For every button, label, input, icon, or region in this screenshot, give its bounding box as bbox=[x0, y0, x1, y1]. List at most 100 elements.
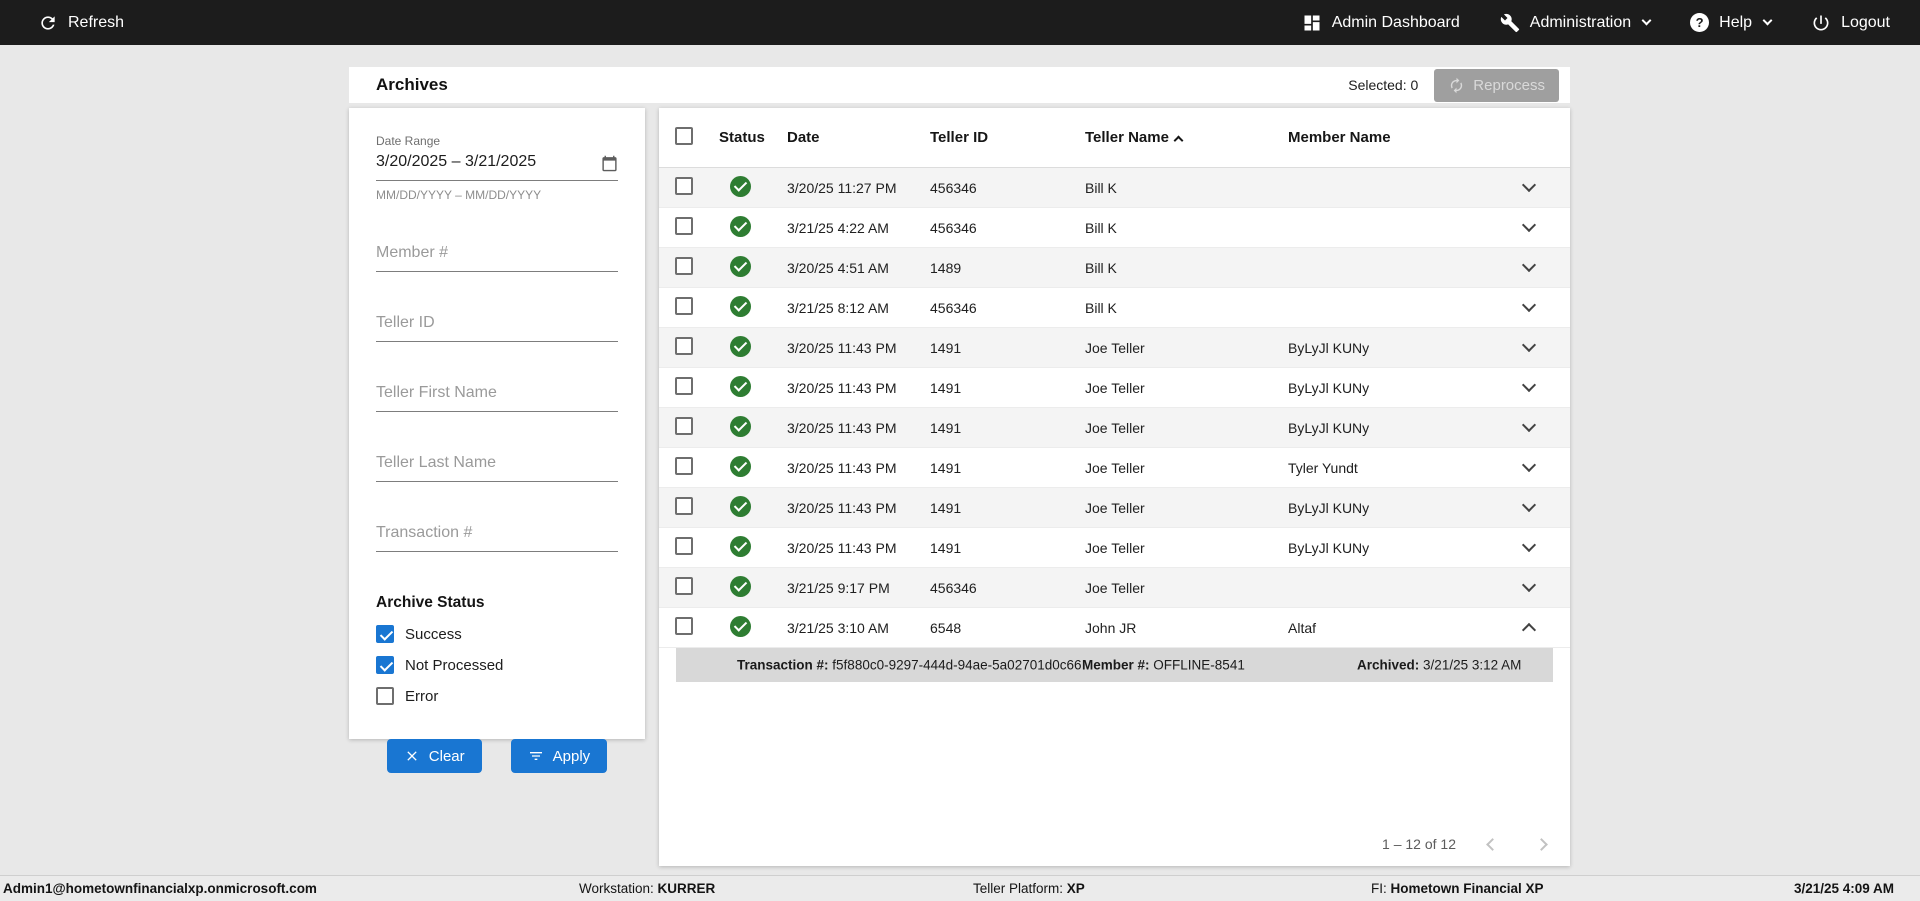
row-teller-name: Joe Teller bbox=[1085, 540, 1288, 556]
row-status-cell bbox=[719, 456, 787, 480]
row-checkbox[interactable] bbox=[675, 617, 693, 635]
date-range-label: Date Range bbox=[376, 134, 618, 148]
row-expand-icon[interactable] bbox=[1521, 258, 1535, 272]
previous-page-button[interactable] bbox=[1486, 838, 1499, 851]
row-checkbox[interactable] bbox=[675, 337, 693, 355]
column-header-teller-name[interactable]: Teller Name bbox=[1085, 129, 1288, 146]
row-checkbox-cell bbox=[675, 337, 719, 358]
logout-button[interactable]: Logout bbox=[1811, 13, 1890, 33]
teller-last-name-input[interactable] bbox=[376, 454, 618, 472]
table-row[interactable]: 3/21/25 8:12 AM 456346 Bill K bbox=[659, 288, 1570, 328]
table-row[interactable]: 3/20/25 11:43 PM 1491 Joe Teller Tyler Y… bbox=[659, 448, 1570, 488]
success-status-icon bbox=[730, 216, 751, 237]
date-range-field-wrap bbox=[376, 148, 618, 181]
transaction-number-input[interactable] bbox=[376, 524, 618, 542]
column-header-member-name[interactable]: Member Name bbox=[1288, 129, 1503, 146]
column-header-date[interactable]: Date bbox=[787, 129, 930, 146]
success-status-icon bbox=[730, 336, 751, 357]
member-number-input[interactable] bbox=[376, 244, 618, 262]
calendar-icon[interactable] bbox=[601, 155, 618, 172]
row-teller-name: Bill K bbox=[1085, 300, 1288, 316]
row-checkbox[interactable] bbox=[675, 217, 693, 235]
row-checkbox[interactable] bbox=[675, 417, 693, 435]
teller-first-name-input[interactable] bbox=[376, 384, 618, 402]
archives-toolbar: Archives Selected: 0 Reprocess bbox=[349, 67, 1570, 103]
checkbox[interactable] bbox=[376, 687, 394, 705]
row-expand-icon[interactable] bbox=[1521, 578, 1535, 592]
row-expand-icon[interactable] bbox=[1521, 623, 1535, 637]
table-row[interactable]: 3/20/25 11:43 PM 1491 Joe Teller ByLyJl … bbox=[659, 328, 1570, 368]
date-range-input[interactable] bbox=[376, 153, 618, 171]
table-row[interactable]: 3/20/25 11:43 PM 1491 Joe Teller ByLyJl … bbox=[659, 368, 1570, 408]
table-row[interactable]: 3/20/25 11:43 PM 1491 Joe Teller ByLyJl … bbox=[659, 528, 1570, 568]
row-checkbox-cell bbox=[675, 217, 719, 238]
row-checkbox-cell bbox=[675, 617, 719, 638]
row-teller-id: 1491 bbox=[930, 500, 1085, 516]
logout-label: Logout bbox=[1841, 14, 1890, 32]
detail-transaction: Transaction #: f5f880c0-9297-444d-94ae-5… bbox=[737, 658, 1082, 673]
row-expand-icon[interactable] bbox=[1521, 538, 1535, 552]
row-member-name: ByLyJl KUNy bbox=[1288, 340, 1503, 356]
row-expand-icon[interactable] bbox=[1521, 178, 1535, 192]
row-checkbox[interactable] bbox=[675, 377, 693, 395]
apply-button[interactable]: Apply bbox=[511, 739, 608, 773]
row-checkbox[interactable] bbox=[675, 257, 693, 275]
row-date: 3/20/25 4:51 AM bbox=[787, 260, 930, 276]
checkbox-label: Not Processed bbox=[405, 657, 503, 674]
table-row[interactable]: 3/20/25 11:43 PM 1491 Joe Teller ByLyJl … bbox=[659, 488, 1570, 528]
teller-last-name-field-wrap bbox=[376, 449, 618, 482]
row-expand-icon[interactable] bbox=[1521, 498, 1535, 512]
table-row[interactable]: 3/21/25 9:17 PM 456346 Joe Teller bbox=[659, 568, 1570, 608]
row-checkbox[interactable] bbox=[675, 457, 693, 475]
admin-dashboard-button[interactable]: Admin Dashboard bbox=[1302, 13, 1460, 33]
row-checkbox[interactable] bbox=[675, 497, 693, 515]
pagination: 1 – 12 of 12 bbox=[1382, 836, 1546, 852]
status-filter-success[interactable]: Success bbox=[376, 625, 618, 643]
row-member-name: ByLyJl KUNy bbox=[1288, 420, 1503, 436]
status-filter-error[interactable]: Error bbox=[376, 687, 618, 705]
teller-id-input[interactable] bbox=[376, 314, 618, 332]
next-page-button[interactable] bbox=[1535, 838, 1548, 851]
row-expand-icon[interactable] bbox=[1521, 298, 1535, 312]
archive-status-heading: Archive Status bbox=[376, 594, 618, 612]
teller-platform-label: Teller Platform: bbox=[973, 881, 1063, 896]
row-checkbox[interactable] bbox=[675, 297, 693, 315]
help-menu[interactable]: ? Help bbox=[1690, 13, 1771, 32]
row-expand-icon[interactable] bbox=[1521, 418, 1535, 432]
column-header-status[interactable]: Status bbox=[719, 129, 787, 146]
table-row[interactable]: 3/21/25 4:22 AM 456346 Bill K bbox=[659, 208, 1570, 248]
reprocess-button[interactable]: Reprocess bbox=[1434, 69, 1559, 102]
row-checkbox[interactable] bbox=[675, 177, 693, 195]
checkbox[interactable] bbox=[376, 656, 394, 674]
detail-member-label: Member #: bbox=[1082, 658, 1150, 673]
table-row[interactable]: 3/21/25 3:10 AM 6548 John JR Altaf bbox=[659, 608, 1570, 648]
administration-menu[interactable]: Administration bbox=[1500, 13, 1650, 33]
row-checkbox-cell bbox=[675, 457, 719, 478]
row-teller-name: Joe Teller bbox=[1085, 420, 1288, 436]
row-teller-id: 456346 bbox=[930, 300, 1085, 316]
row-checkbox-cell bbox=[675, 177, 719, 198]
row-teller-id: 456346 bbox=[930, 220, 1085, 236]
workstation-info: Workstation: KURRER bbox=[579, 876, 715, 901]
select-all-checkbox[interactable] bbox=[675, 127, 693, 145]
row-expand-icon[interactable] bbox=[1521, 378, 1535, 392]
table-row[interactable]: 3/20/25 4:51 AM 1489 Bill K bbox=[659, 248, 1570, 288]
row-checkbox[interactable] bbox=[675, 577, 693, 595]
table-row[interactable]: 3/20/25 11:43 PM 1491 Joe Teller ByLyJl … bbox=[659, 408, 1570, 448]
table-row[interactable]: 3/20/25 11:27 PM 456346 Bill K bbox=[659, 168, 1570, 208]
row-expand-icon[interactable] bbox=[1521, 458, 1535, 472]
clear-button[interactable]: Clear bbox=[387, 739, 482, 773]
row-expand-icon[interactable] bbox=[1521, 338, 1535, 352]
status-filter-not-processed[interactable]: Not Processed bbox=[376, 656, 618, 674]
row-teller-id: 1491 bbox=[930, 420, 1085, 436]
row-checkbox[interactable] bbox=[675, 537, 693, 555]
selected-count: Selected: 0 bbox=[1348, 77, 1418, 93]
checkbox[interactable] bbox=[376, 625, 394, 643]
row-date: 3/20/25 11:43 PM bbox=[787, 340, 930, 356]
row-expand-icon[interactable] bbox=[1521, 218, 1535, 232]
table-header-row: Status Date Teller ID Teller Name Member… bbox=[659, 108, 1570, 168]
column-header-teller-id[interactable]: Teller ID bbox=[930, 129, 1085, 146]
row-checkbox-cell bbox=[675, 297, 719, 318]
row-date: 3/21/25 3:10 AM bbox=[787, 620, 930, 636]
refresh-button[interactable]: Refresh bbox=[38, 13, 124, 33]
